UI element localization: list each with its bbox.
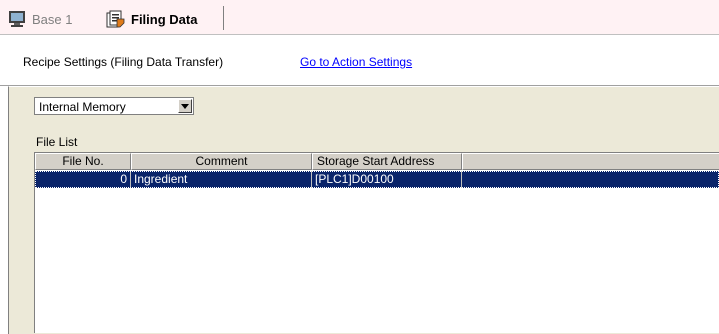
cell-empty xyxy=(462,171,719,188)
column-header-file-no[interactable]: File No. xyxy=(35,153,131,170)
tab-separator xyxy=(223,6,224,30)
file-list-table[interactable]: File No. Comment Storage Start Address 0… xyxy=(34,152,719,333)
tab-base-1[interactable]: Base 1 xyxy=(8,6,72,32)
file-list-header: File No. Comment Storage Start Address xyxy=(35,153,719,170)
column-header-comment[interactable]: Comment xyxy=(131,153,312,170)
storage-location-select[interactable]: Internal Memory xyxy=(34,97,194,115)
cell-storage-start-address[interactable]: [PLC1]D00100 xyxy=(312,171,462,188)
screen-icon xyxy=(8,10,26,28)
tab-strip: Base 1 Filing Data xyxy=(0,0,719,35)
column-header-storage-start-address[interactable]: Storage Start Address xyxy=(312,153,462,170)
tab-filing-data-label: Filing Data xyxy=(131,11,198,27)
go-to-action-settings-link[interactable]: Go to Action Settings xyxy=(300,55,412,69)
recipe-settings-title: Recipe Settings (Filing Data Transfer) xyxy=(23,55,224,69)
dropdown-arrow-icon[interactable] xyxy=(178,99,192,113)
column-header-empty xyxy=(462,153,719,170)
storage-location-value: Internal Memory xyxy=(39,100,126,114)
cell-file-no[interactable]: 0 xyxy=(35,171,131,188)
cell-comment[interactable]: Ingredient xyxy=(131,171,312,188)
recipe-header: Recipe Settings (Filing Data Transfer) G… xyxy=(0,35,719,86)
table-row[interactable]: 0 Ingredient [PLC1]D00100 xyxy=(35,171,719,188)
file-list-label: File List xyxy=(36,135,78,149)
tab-base-1-label: Base 1 xyxy=(32,11,73,27)
filing-data-icon xyxy=(105,9,125,29)
tab-filing-data[interactable]: Filing Data xyxy=(105,6,197,32)
